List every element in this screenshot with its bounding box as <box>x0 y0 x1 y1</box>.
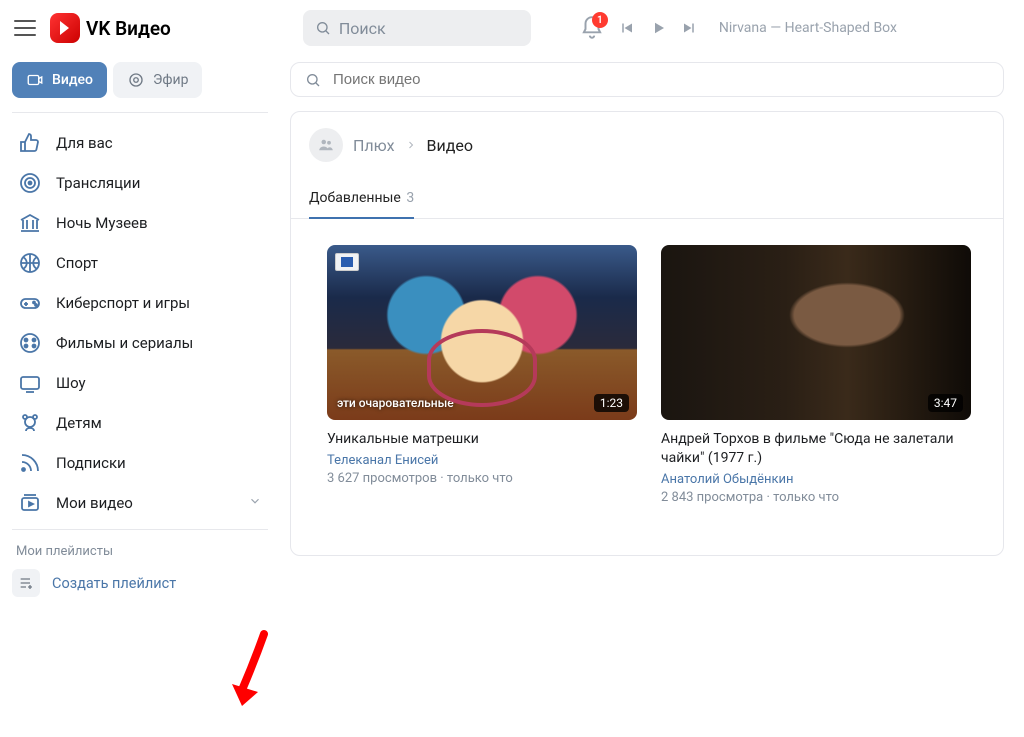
group-avatar-icon[interactable] <box>309 128 343 162</box>
sidebar-item-museums[interactable]: Ночь Музеев <box>12 203 268 243</box>
sidebar-item-streams[interactable]: Трансляции <box>12 163 268 203</box>
next-track-icon[interactable] <box>681 19 699 37</box>
chevron-right-icon <box>405 136 417 155</box>
my-video-icon <box>18 491 42 515</box>
video-search-input[interactable] <box>333 71 989 88</box>
now-playing-label[interactable]: Nirvana — Heart-Shaped Box <box>719 20 897 36</box>
video-thumbnail: 3:47 <box>661 245 971 420</box>
video-meta: 3 627 просмотров · только что <box>327 471 637 486</box>
top-bar: VK Видео Поиск 1 Nirvana — Heart-Shaped … <box>0 0 1024 56</box>
play-icon[interactable] <box>649 19 667 37</box>
chevron-down-icon <box>248 494 262 512</box>
menu-hamburger-icon[interactable] <box>12 15 38 41</box>
playlist-add-icon <box>12 569 40 597</box>
tab-added[interactable]: Добавленные 3 <box>309 180 414 218</box>
playlists-section-label: Мои плейлисты <box>16 544 268 559</box>
duration-badge: 3:47 <box>928 394 963 412</box>
video-card[interactable]: эти очаровательные 1:23 Уникальные матре… <box>327 245 637 505</box>
sidebar-item-myvideos[interactable]: Мои видео <box>12 483 268 523</box>
sidebar-item-esports[interactable]: Киберспорт и игры <box>12 283 268 323</box>
app-title: VK Видео <box>86 17 171 40</box>
search-icon <box>315 20 331 36</box>
breadcrumb-group[interactable]: Плюх <box>353 136 395 155</box>
video-thumbnail: эти очаровательные 1:23 <box>327 245 637 420</box>
teddy-icon <box>18 411 42 435</box>
museum-icon <box>18 211 42 235</box>
target-icon <box>18 171 42 195</box>
sidebar: Видео Эфир Для вас Трансляции Ночь Музее… <box>0 56 280 737</box>
vk-play-icon <box>50 13 80 43</box>
gamepad-icon <box>18 291 42 315</box>
sidebar-item-kids[interactable]: Детям <box>12 403 268 443</box>
main-content: Плюх Видео Добавленные 3 эти очарователь… <box>280 56 1024 737</box>
sidebar-item-foryou[interactable]: Для вас <box>12 123 268 163</box>
tab-video[interactable]: Видео <box>12 62 107 98</box>
tv-icon <box>18 371 42 395</box>
video-search-panel <box>290 62 1004 97</box>
channel-badge-icon <box>335 253 359 271</box>
video-author[interactable]: Анатолий Обыдёнкин <box>661 472 971 487</box>
video-meta: 2 843 просмотра · только что <box>661 490 971 505</box>
rss-icon <box>18 451 42 475</box>
basketball-icon <box>18 251 42 275</box>
breadcrumb-current: Видео <box>427 136 473 155</box>
create-playlist-button[interactable]: Создать плейлист <box>12 569 268 597</box>
global-search-placeholder: Поиск <box>339 19 386 38</box>
search-icon <box>305 72 321 88</box>
sidebar-item-shows[interactable]: Шоу <box>12 363 268 403</box>
sidebar-item-sport[interactable]: Спорт <box>12 243 268 283</box>
video-title[interactable]: Андрей Торхов в фильме "Сюда не залетали… <box>661 430 971 468</box>
thumbs-up-icon <box>18 131 42 155</box>
sidebar-item-subscriptions[interactable]: Подписки <box>12 443 268 483</box>
video-icon <box>26 71 44 89</box>
video-card[interactable]: 3:47 Андрей Торхов в фильме "Сюда не зал… <box>661 245 971 505</box>
duration-badge: 1:23 <box>594 394 629 412</box>
tab-live[interactable]: Эфир <box>113 62 203 98</box>
video-title[interactable]: Уникальные матрешки <box>327 430 637 449</box>
breadcrumb: Плюх Видео <box>309 128 985 162</box>
app-logo[interactable]: VK Видео <box>50 13 171 43</box>
caption-overlay: эти очаровательные <box>337 396 454 410</box>
broadcast-icon <box>127 71 145 89</box>
film-icon <box>18 331 42 355</box>
notifications-button[interactable]: 1 <box>579 15 605 41</box>
sidebar-item-movies[interactable]: Фильмы и сериалы <box>12 323 268 363</box>
video-list-panel: Плюх Видео Добавленные 3 эти очарователь… <box>290 111 1004 556</box>
global-search[interactable]: Поиск <box>303 10 531 46</box>
notifications-badge: 1 <box>592 12 608 28</box>
prev-track-icon[interactable] <box>617 19 635 37</box>
video-author[interactable]: Телеканал Енисей <box>327 453 637 468</box>
mini-player: Nirvana — Heart-Shaped Box <box>617 19 897 37</box>
